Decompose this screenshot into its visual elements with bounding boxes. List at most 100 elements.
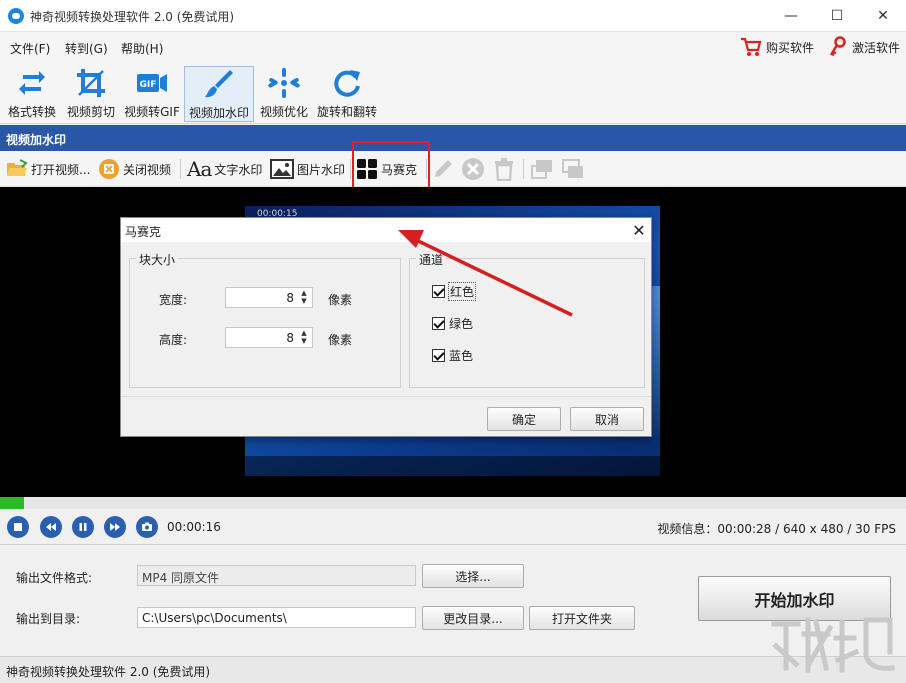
buy-software-link[interactable]: 购买软件: [740, 36, 814, 58]
text-watermark-label: 文字水印: [214, 162, 263, 177]
block-size-group: 块大小: [129, 251, 401, 388]
menu-file[interactable]: 文件(F): [10, 40, 50, 57]
send-back-button-disabled[interactable]: [561, 157, 585, 181]
crop-icon: [77, 69, 105, 97]
tool-video-cut-label: 视频剪切: [66, 105, 115, 119]
red-channel-checkbox[interactable]: 红色: [432, 282, 477, 301]
output-format-label: 输出文件格式:: [16, 571, 93, 585]
edit-button-disabled[interactable]: [432, 157, 454, 181]
snapshot-button[interactable]: [136, 516, 158, 538]
menu-help[interactable]: 帮助(H): [121, 40, 163, 57]
green-channel-label: 绿色: [449, 317, 474, 331]
gif-icon: GIF: [137, 74, 167, 92]
green-channel-checkbox[interactable]: 绿色: [432, 315, 473, 332]
svg-text:GIF: GIF: [140, 80, 157, 90]
tool-video-optimize-label: 视频优化: [259, 105, 308, 119]
height-label: 高度:: [159, 333, 188, 347]
playback-progress-bar[interactable]: [0, 497, 906, 509]
activate-software-label: 激活软件: [852, 40, 901, 55]
tool-format-convert[interactable]: 格式转换: [4, 66, 60, 122]
app-icon: [8, 8, 24, 24]
tool-video-watermark-label: 视频加水印: [188, 106, 249, 120]
delete-button-disabled[interactable]: [461, 157, 485, 181]
video-info: 视频信息：00:00:28 / 640 x 480 / 30 FPS: [657, 522, 896, 536]
rewind-button[interactable]: [40, 516, 62, 538]
cart-icon: [741, 37, 762, 56]
open-folder-button[interactable]: 打开文件夹: [529, 606, 635, 630]
height-spinner[interactable]: 8 ▲ ▼: [225, 327, 313, 348]
checkbox-box: [432, 317, 445, 330]
open-video-button[interactable]: 打开视频...: [6, 157, 90, 181]
spinner-arrows[interactable]: ▲ ▼: [298, 329, 310, 346]
clear-button-disabled[interactable]: [492, 157, 516, 181]
rotate-icon: [334, 70, 360, 97]
section-title: 视频加水印: [0, 125, 906, 151]
tool-format-convert-label: 格式转换: [7, 105, 56, 119]
watermark-toolbar: 打开视频... 关闭视频 Aa 文字水印 图片水印 马赛克: [0, 151, 906, 187]
buy-software-label: 购买软件: [766, 40, 815, 55]
frame-taskbar: [245, 456, 660, 476]
camera-icon: [142, 522, 152, 531]
close-button[interactable]: ✕: [860, 0, 906, 32]
layer-front-icon: [531, 160, 552, 179]
mosaic-dialog: 马赛克 ✕ 块大小 宽度: 8 ▲ ▼ 像素 高度: 8 ▲ ▼ 像素 通道 红色 …: [120, 217, 652, 437]
output-format-field: MP4 同原文件: [137, 565, 416, 586]
current-time: 00:00:16: [167, 520, 221, 534]
toolbar-separator: [523, 159, 524, 179]
image-watermark-button[interactable]: 图片水印: [270, 157, 345, 181]
close-video-label: 关闭视频: [123, 162, 172, 177]
text-aa-icon: Aa: [187, 157, 212, 181]
cancel-button[interactable]: 取消: [570, 407, 644, 431]
stop-button[interactable]: [7, 516, 29, 538]
close-video-button[interactable]: 关闭视频: [98, 157, 171, 181]
change-dir-button[interactable]: 更改目录...: [422, 606, 524, 630]
tool-video-optimize[interactable]: 视频优化: [256, 66, 312, 122]
fast-forward-button[interactable]: [104, 516, 126, 538]
optimize-icon: [268, 68, 300, 98]
key-icon: [829, 36, 846, 57]
title-bar: 神奇视频转换处理软件 2.0 (免费试用) — ☐ ✕: [0, 0, 906, 32]
output-dir-field[interactable]: C:\Users\pc\Documents\: [137, 607, 416, 628]
maximize-button[interactable]: ☐: [814, 0, 860, 32]
toolbar-separator: [350, 159, 351, 179]
ok-button[interactable]: 确定: [487, 407, 561, 431]
activate-software-link[interactable]: 激活软件: [828, 36, 900, 58]
blue-channel-label: 蓝色: [449, 349, 474, 363]
width-label: 宽度:: [159, 293, 188, 307]
menu-goto[interactable]: 转到(G): [65, 40, 108, 57]
stop-icon: [14, 523, 22, 531]
width-value: 8: [286, 291, 294, 305]
tool-video-to-gif-label: 视频转GIF: [124, 105, 180, 119]
pause-button[interactable]: [72, 516, 94, 538]
channel-title: 通道: [416, 251, 447, 268]
remove-circle-icon: [462, 158, 484, 180]
image-icon: [270, 159, 294, 179]
tool-video-to-gif[interactable]: GIF 视频转GIF: [122, 66, 182, 122]
checkbox-box: [432, 285, 445, 298]
tool-video-watermark[interactable]: 视频加水印: [184, 66, 254, 122]
height-value: 8: [286, 331, 294, 345]
minimize-button[interactable]: —: [768, 0, 814, 32]
open-video-label: 打开视频...: [31, 162, 91, 177]
width-unit: 像素: [328, 293, 353, 307]
spinner-arrows[interactable]: ▲ ▼: [298, 289, 310, 306]
site-watermark-logo: [771, 617, 895, 673]
brush-icon: [205, 70, 233, 98]
width-spinner[interactable]: 8 ▲ ▼: [225, 287, 313, 308]
convert-icon: [19, 71, 45, 95]
dialog-close-button[interactable]: ✕: [629, 220, 649, 240]
playback-progress-fill: [0, 497, 25, 509]
folder-open-icon: [7, 159, 28, 176]
dialog-divider: [121, 396, 651, 397]
tool-rotate-flip[interactable]: 旋转和翻转: [314, 66, 380, 122]
toolbar-separator: [180, 159, 181, 179]
blue-channel-checkbox[interactable]: 蓝色: [432, 347, 473, 364]
bring-front-button-disabled[interactable]: [530, 157, 554, 181]
text-watermark-button[interactable]: Aa 文字水印: [187, 157, 262, 181]
tool-video-cut[interactable]: 视频剪切: [63, 66, 119, 122]
pencil-icon: [435, 160, 452, 177]
dialog-title: 马赛克: [125, 225, 162, 239]
menu-bar: 文件(F) 转到(G) 帮助(H) 购买软件 激活软件: [0, 32, 906, 62]
rewind-icon: [46, 523, 56, 531]
select-format-button[interactable]: 选择...: [422, 564, 524, 588]
